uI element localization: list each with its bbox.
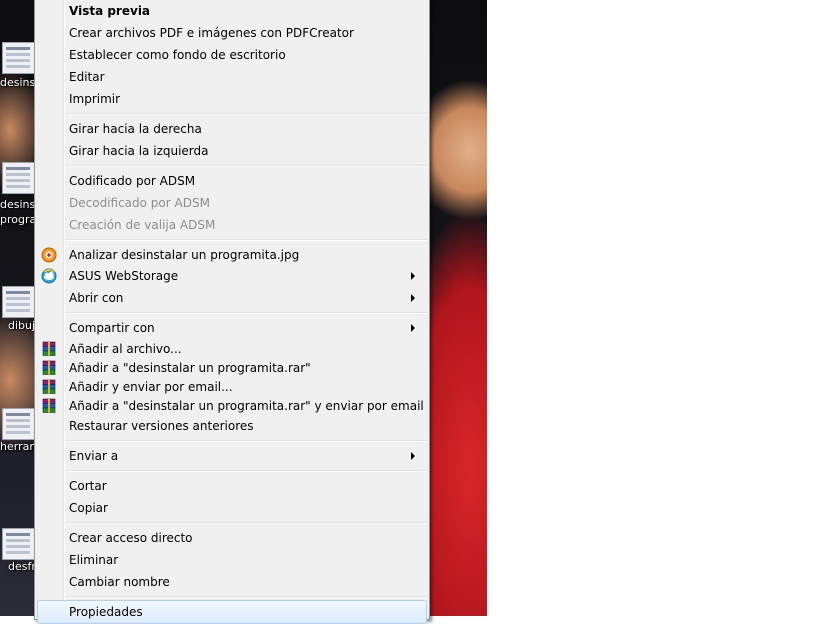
menu-separator <box>65 113 427 115</box>
menu-item-vista-previa[interactable]: Vista previa <box>37 0 427 22</box>
menu-item-propiedades[interactable]: Propiedades <box>37 600 427 624</box>
menu-item-compartir-con[interactable]: Compartir con <box>37 317 427 339</box>
menu-item-crear-pdf[interactable]: Crear archivos PDF e imágenes con PDFCre… <box>37 22 427 44</box>
menu-item-restaurar-versiones[interactable]: Restaurar versiones anteriores <box>37 415 427 437</box>
menu-separator <box>65 470 427 472</box>
file-thumbnail-icon <box>2 162 36 194</box>
winrar-icon <box>42 341 56 356</box>
desktop-icon-label: desfr <box>8 560 36 573</box>
submenu-arrow-icon <box>411 324 415 332</box>
menu-item-decodificado-adsm: Decodificado por ADSM <box>69 196 210 210</box>
file-thumbnail-icon <box>2 42 36 74</box>
submenu-arrow-icon <box>411 294 415 302</box>
context-menu: Vista previa Crear archivos PDF e imágen… <box>34 0 430 624</box>
menu-item-enviar-a[interactable]: Enviar a <box>37 445 427 467</box>
menu-separator <box>65 522 427 524</box>
antivirus-scan-icon <box>41 247 57 263</box>
menu-separator <box>65 165 427 167</box>
menu-item-cortar[interactable]: Cortar <box>37 475 427 497</box>
asus-webstorage-icon <box>41 268 57 284</box>
menu-item-editar[interactable]: Editar <box>37 66 427 88</box>
desktop-icon[interactable]: dibuj <box>0 282 38 352</box>
winrar-icon <box>42 398 56 413</box>
menu-item-girar-izquierda[interactable]: Girar hacia la izquierda <box>37 140 427 162</box>
menu-item-cambiar-nombre[interactable]: Cambiar nombre <box>37 571 427 593</box>
menu-item-anadir-rar-email[interactable]: Añadir a "desinstalar un programita.rar"… <box>37 395 427 417</box>
desktop-icon[interactable]: desinst <box>0 38 40 108</box>
menu-item-codificado-adsm[interactable]: Codificado por ADSM <box>37 170 427 192</box>
menu-separator <box>65 312 427 314</box>
desktop-icon-label: dibuj <box>8 319 36 332</box>
menu-separator <box>65 596 427 598</box>
winrar-icon <box>42 360 56 375</box>
file-thumbnail-icon <box>2 528 36 560</box>
file-thumbnail-icon <box>2 286 36 318</box>
menu-item-abrir-con[interactable]: Abrir con <box>37 287 427 309</box>
desktop-icon[interactable]: desinstal program <box>0 158 49 234</box>
menu-item-crear-acceso-directo[interactable]: Crear acceso directo <box>37 527 427 549</box>
menu-item-analizar[interactable]: Analizar desinstalar un programita.jpg <box>37 244 427 266</box>
winrar-icon <box>42 379 56 394</box>
menu-item-fondo-escritorio[interactable]: Establecer como fondo de escritorio <box>37 44 427 66</box>
desktop-icon[interactable]: desfr <box>0 524 38 594</box>
menu-item-eliminar[interactable]: Eliminar <box>37 549 427 571</box>
menu-separator <box>65 440 427 442</box>
menu-item-girar-derecha[interactable]: Girar hacia la derecha <box>37 118 427 140</box>
menu-item-copiar[interactable]: Copiar <box>37 497 427 519</box>
submenu-arrow-icon <box>411 272 415 280</box>
menu-separator <box>65 239 427 241</box>
submenu-arrow-icon <box>411 452 415 460</box>
menu-item-asus-webstorage[interactable]: ASUS WebStorage <box>37 265 427 287</box>
menu-item-valija-adsm: Creación de valija ADSM <box>69 218 216 232</box>
menu-item-imprimir[interactable]: Imprimir <box>37 88 427 110</box>
file-thumbnail-icon <box>2 408 36 440</box>
blank-area <box>487 0 819 616</box>
desktop-icon[interactable]: herramie <box>0 404 50 474</box>
